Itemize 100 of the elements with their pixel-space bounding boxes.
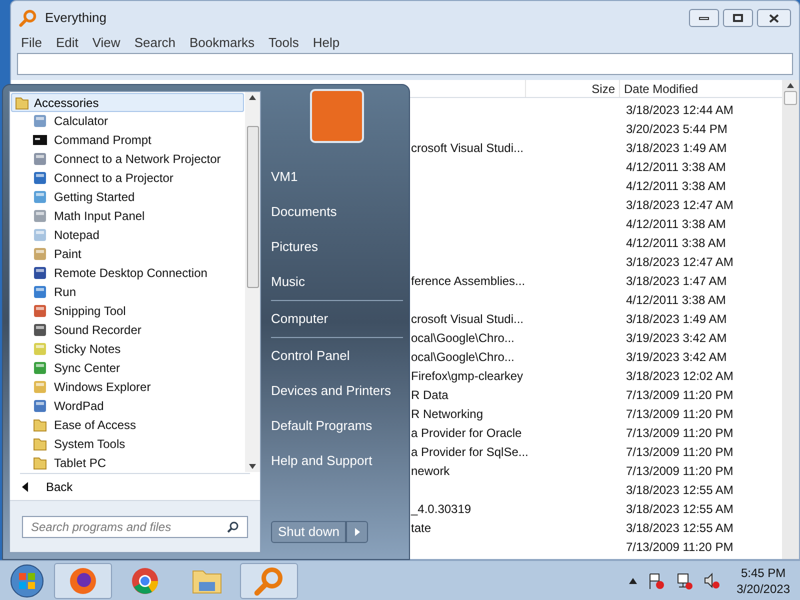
search-icon <box>227 520 239 532</box>
scroll-thumb[interactable] <box>784 91 797 105</box>
table-cell-text: 7/13/2009 11:20 PM <box>625 444 734 460</box>
program-item[interactable]: Command Prompt <box>10 130 245 150</box>
clock-date: 3/20/2023 <box>736 580 790 596</box>
app-icon <box>32 246 48 262</box>
magnifier-icon <box>254 566 284 596</box>
table-cell-text: 3/18/2023 12:55 AM <box>625 482 734 498</box>
back-button[interactable]: Back <box>10 474 260 500</box>
column-header[interactable]: Size <box>526 80 620 97</box>
places-item[interactable]: Help and Support <box>271 443 403 478</box>
menu-item[interactable]: Search <box>134 33 176 53</box>
folder-icon <box>32 454 48 471</box>
program-item[interactable]: Sound Recorder <box>10 320 245 340</box>
table-cell: Firefox\gmp-clearkey <box>411 368 524 382</box>
places-item[interactable]: Music <box>271 264 403 301</box>
folder-icon <box>14 94 30 110</box>
scroll-up-icon[interactable] <box>787 83 794 88</box>
program-item[interactable]: WordPad <box>10 396 245 416</box>
speaker-icon <box>702 572 721 590</box>
table-cell: ocal\Google\Chro... <box>411 350 514 364</box>
places-item[interactable]: Pictures <box>271 229 403 264</box>
app-icon <box>32 340 48 357</box>
shutdown-options-button[interactable] <box>346 521 368 543</box>
user-picture <box>310 89 364 143</box>
app-icon <box>32 113 48 130</box>
table-cell: R Data <box>411 388 448 402</box>
maximize-button[interactable] <box>723 9 753 27</box>
program-item[interactable]: Notepad <box>10 226 245 245</box>
places-item[interactable]: Default Programs <box>271 408 403 443</box>
app-icon <box>32 265 48 282</box>
program-item[interactable]: Sticky Notes <box>10 339 245 358</box>
menu-item[interactable]: Bookmarks <box>190 33 255 53</box>
scroll-up-icon[interactable] <box>249 95 256 100</box>
search-programs-field[interactable]: Search programs and files <box>22 516 248 538</box>
table-cell-text: 3/18/2023 12:47 AM <box>625 196 734 214</box>
menu-item[interactable]: Edit <box>56 33 78 53</box>
round-logo-icon <box>130 566 160 596</box>
magnifier-icon <box>19 9 37 27</box>
table-cell-text: 3/18/2023 12:02 AM <box>625 368 734 384</box>
app-icon <box>32 303 48 319</box>
app-icon <box>32 398 48 414</box>
program-item[interactable]: Math Input Panel <box>10 206 245 226</box>
table-cell-text: 7/13/2009 11:20 PM <box>625 424 734 442</box>
program-item[interactable]: Snipping Tool <box>10 302 245 320</box>
table-cell: _4.0.30319 <box>411 502 472 516</box>
program-item[interactable]: Windows Explorer <box>10 377 245 396</box>
program-item[interactable]: Run <box>10 282 245 302</box>
table-cell-text: 3/18/2023 12:55 AM <box>625 500 734 518</box>
table-cell-text: 7/13/2009 11:20 PM <box>625 386 734 404</box>
table-cell: ference Assemblies... <box>411 274 526 288</box>
app-icon <box>32 151 48 168</box>
fox-globe-icon <box>68 566 98 596</box>
table-cell: crosoft Visual Studi... <box>411 312 524 326</box>
taskbar-button[interactable] <box>54 562 112 598</box>
program-item[interactable]: System Tools <box>10 434 245 454</box>
menu-item[interactable]: Tools <box>268 33 299 53</box>
places-item[interactable]: Documents <box>271 194 403 229</box>
network-icon <box>674 572 693 590</box>
column-header[interactable]: Date Modified <box>620 80 698 97</box>
table-cell-text: 3/18/2023 1:49 AM <box>625 310 727 328</box>
scroll-thumb[interactable] <box>246 126 258 288</box>
places-item[interactable]: Devices and Printers <box>271 373 403 408</box>
table-cell-text: 7/13/2009 11:20 PM <box>625 538 734 556</box>
folder-item[interactable]: Accessories <box>11 93 244 112</box>
minimize-button[interactable] <box>689 9 719 27</box>
table-cell-text: 3/20/2023 5:44 PM <box>625 120 728 138</box>
back-arrow-icon <box>22 482 28 492</box>
places-item[interactable]: Control Panel <box>271 338 403 373</box>
table-cell-text: 3/18/2023 12:47 AM <box>625 254 734 270</box>
program-item[interactable]: Tablet PC <box>10 453 245 472</box>
menu-item[interactable]: View <box>92 33 120 53</box>
folder-icon <box>32 416 48 433</box>
window-title: Everything <box>45 9 106 28</box>
table-cell-text: 3/18/2023 1:49 AM <box>625 140 727 156</box>
table-cell: R Networking <box>411 406 484 420</box>
program-item[interactable]: Sync Center <box>10 358 245 378</box>
table-cell-text: 4/12/2011 3:38 AM <box>625 292 726 308</box>
clock-time: 5:45 PM <box>740 564 786 580</box>
program-item[interactable]: Paint <box>10 244 245 264</box>
menu-item[interactable]: Help <box>312 33 340 53</box>
scroll-down-icon[interactable] <box>249 464 256 469</box>
search-field[interactable] <box>17 53 793 75</box>
table-cell-text: 4/12/2011 3:38 AM <box>625 216 726 232</box>
program-item[interactable]: Calculator <box>10 112 245 131</box>
program-item[interactable]: Ease of Access <box>10 415 245 434</box>
places-item[interactable]: VM1 <box>271 159 403 194</box>
app-icon <box>32 189 48 206</box>
caret-right-icon <box>354 528 360 536</box>
app-icon <box>32 378 48 395</box>
program-item[interactable]: Remote Desktop Connection <box>10 264 245 283</box>
table-cell-text: 3/18/2023 12:44 AM <box>625 102 734 118</box>
program-item[interactable]: Getting Started <box>10 188 245 207</box>
program-item[interactable]: Connect to a Network Projector <box>10 150 245 169</box>
menu-item[interactable]: File <box>21 33 42 53</box>
table-cell-text: 3/19/2023 3:42 AM <box>625 330 727 346</box>
folder-icon <box>32 436 48 452</box>
places-item[interactable]: Computer <box>271 301 403 338</box>
close-button[interactable] <box>757 9 791 27</box>
program-item[interactable]: Connect to a Projector <box>10 168 245 188</box>
